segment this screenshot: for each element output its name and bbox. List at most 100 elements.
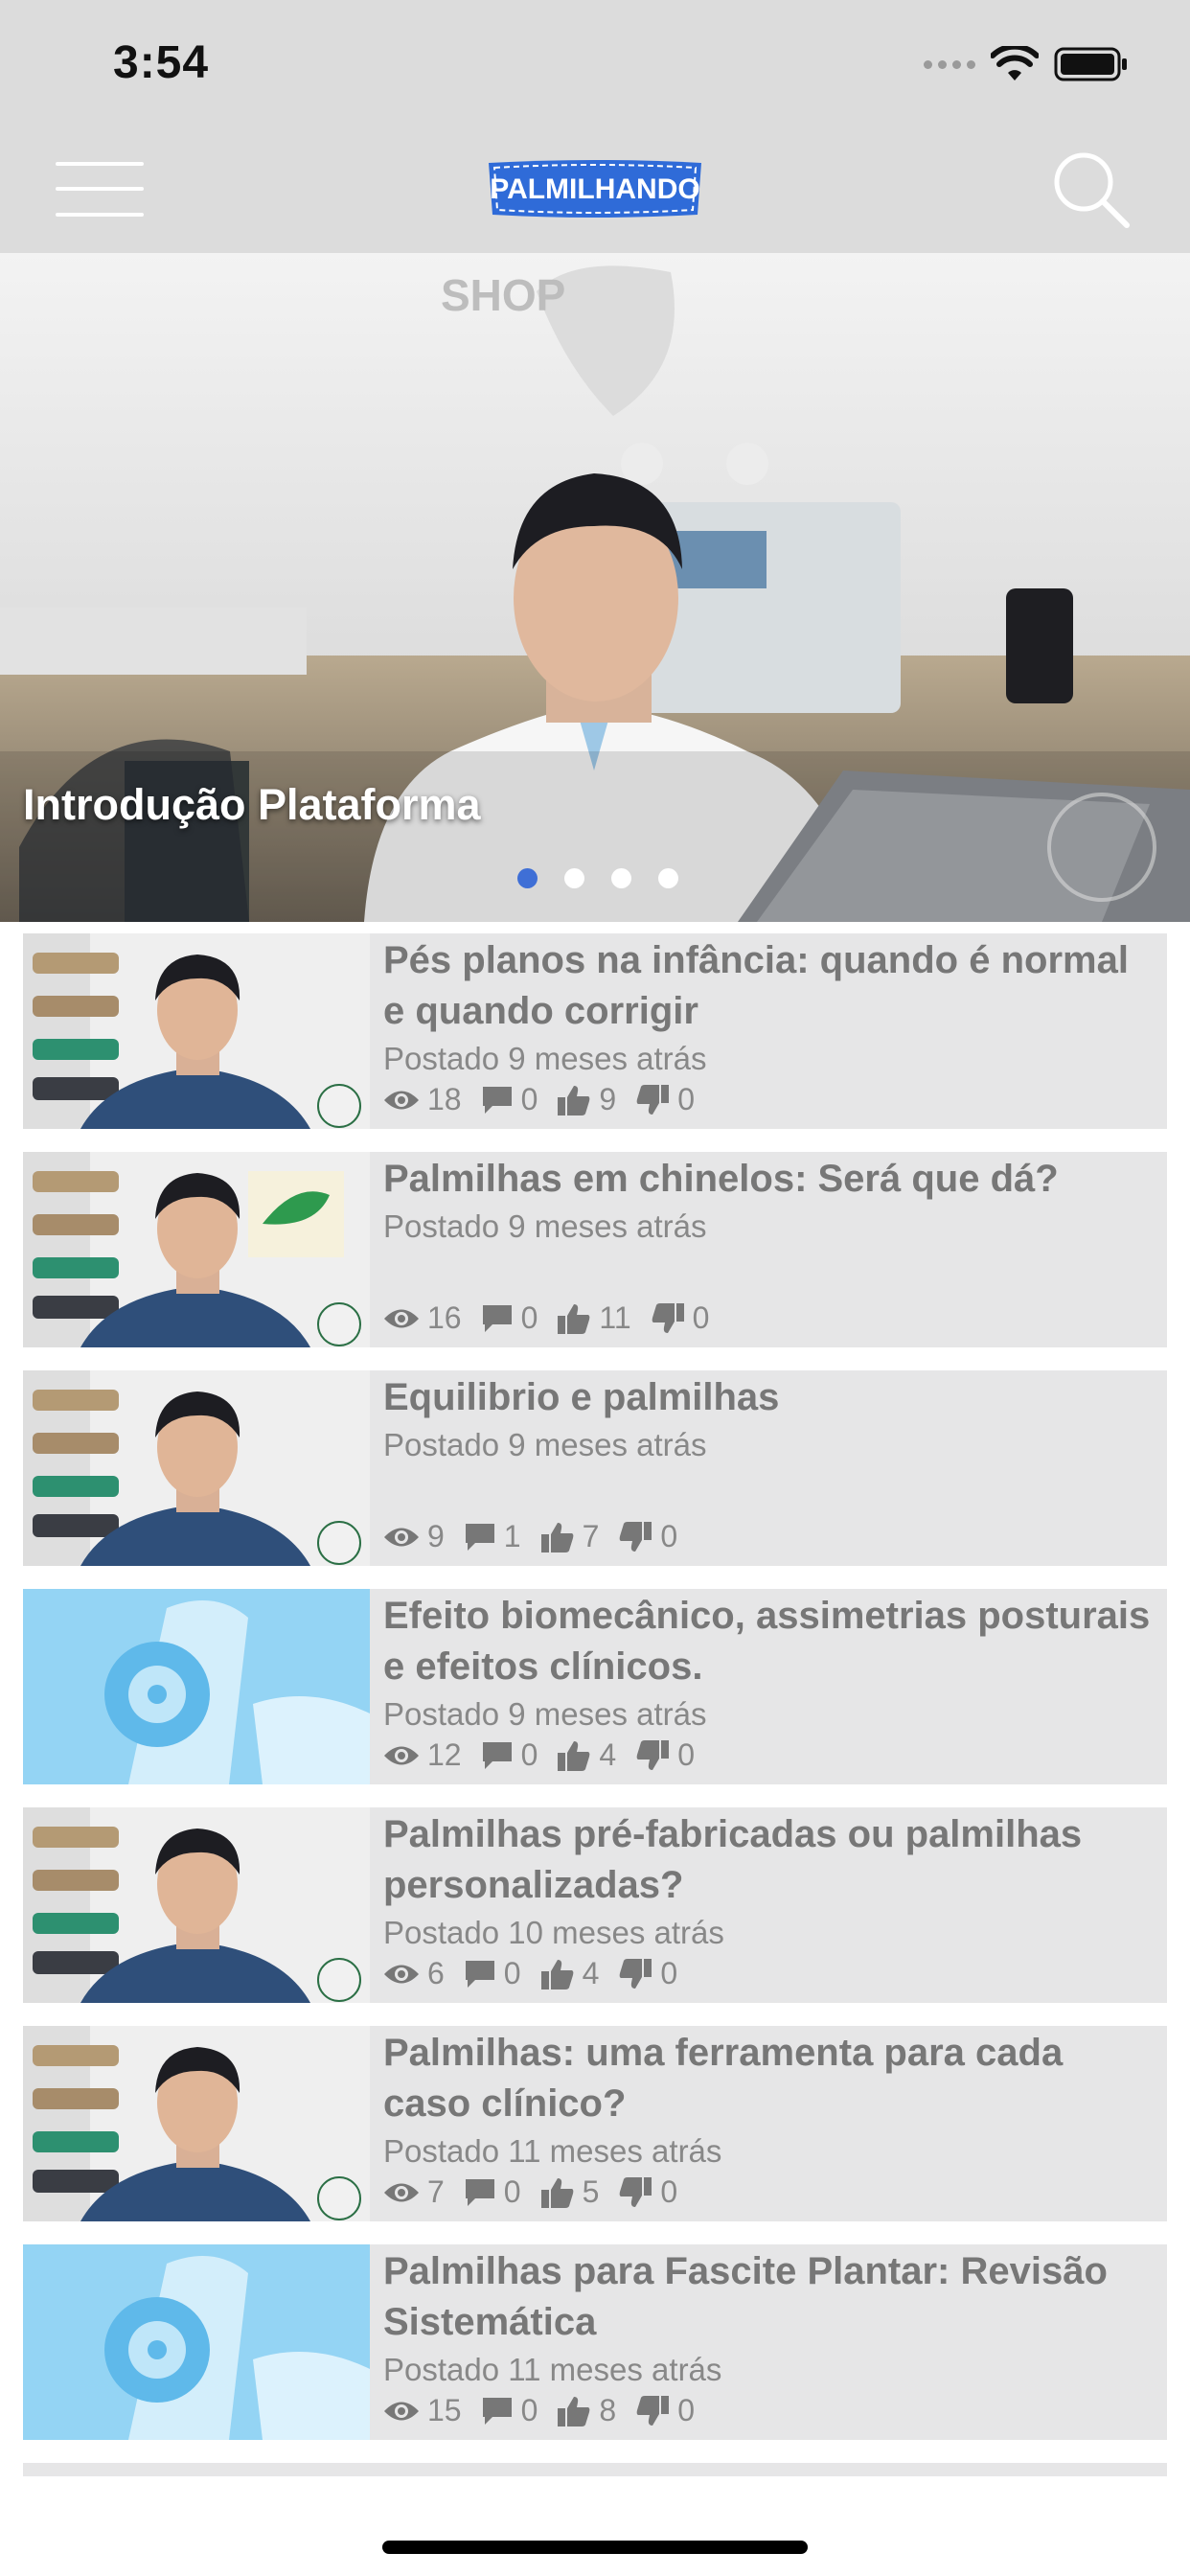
thumbs-down-icon <box>620 2176 652 2207</box>
search-icon <box>1054 152 1130 228</box>
thumbs-up-icon <box>558 1085 590 1116</box>
eye-icon <box>384 1746 419 1764</box>
video-title: Palmilhas: uma ferramenta para cada caso… <box>383 2032 1064 2125</box>
likes-stat: 4 <box>557 1737 616 1773</box>
comments-stat: 0 <box>481 2393 538 2428</box>
comment-icon <box>482 1086 512 1114</box>
video-info: Palmilhas: uma ferramenta para cada caso… <box>383 2026 1157 2221</box>
thumbs-down-icon <box>636 1084 670 1115</box>
likes-count: 4 <box>582 1956 600 1990</box>
dislikes-count: 0 <box>660 1956 678 1990</box>
comments-count: 0 <box>503 1956 521 1990</box>
carousel-dot-4[interactable] <box>658 868 678 888</box>
video-thumbnail <box>23 2026 370 2221</box>
dislikes-count: 0 <box>677 2393 695 2427</box>
comments-count: 0 <box>520 1082 538 1116</box>
video-title: Equilibrio e palmilhas <box>383 1376 780 1418</box>
dislikes-stat: 0 <box>618 1956 677 1991</box>
thumbs-up-icon <box>540 1959 573 1990</box>
dislikes-count: 0 <box>677 1737 695 1772</box>
thumbs-up-icon <box>558 1740 590 1771</box>
likes-count: 4 <box>599 1737 617 1772</box>
video-thumbnail <box>23 1807 370 2003</box>
views-stat: 16 <box>383 1300 462 1336</box>
video-posted-date: Postado 9 meses atrás <box>383 1427 707 1462</box>
video-stats: 15 0 8 0 <box>383 2393 714 2428</box>
likes-count: 11 <box>599 1300 631 1335</box>
thumbs-down-icon <box>636 2395 670 2426</box>
video-item[interactable]: Pés planos na infância: quando é normal … <box>23 933 1167 1129</box>
carousel-dot-2[interactable] <box>564 868 584 888</box>
thumbs-up-icon <box>540 2177 573 2208</box>
video-thumbnail <box>23 1370 370 1566</box>
video-title: Pés planos na infância: quando é normal … <box>383 939 1129 1032</box>
carousel-dot-3[interactable] <box>611 868 631 888</box>
likes-stat: 11 <box>557 1300 631 1336</box>
video-stats: 9 1 7 0 <box>383 1519 697 1554</box>
video-stats: 6 0 4 0 <box>383 1956 697 1991</box>
comments-stat: 0 <box>481 1082 538 1117</box>
video-info: Pés planos na infância: quando é normal … <box>383 933 1157 1129</box>
comments-count: 0 <box>520 2393 538 2427</box>
menu-button[interactable] <box>56 159 144 218</box>
video-info: Efeito biomecânico, assimetrias posturai… <box>383 1589 1157 1784</box>
eye-icon <box>384 1965 419 1983</box>
comments-stat: 0 <box>464 1956 521 1991</box>
battery-icon <box>1054 47 1127 81</box>
video-posted-date: Postado 10 meses atrás <box>383 1915 724 1950</box>
video-posted-date: Postado 9 meses atrás <box>383 1696 707 1732</box>
video-item[interactable]: Equilibrio e palmilhas Postado 9 meses a… <box>23 1370 1167 1566</box>
eye-icon <box>384 2402 419 2420</box>
views-count: 7 <box>427 2174 445 2209</box>
carousel-dot-1[interactable] <box>517 868 538 888</box>
comments-count: 0 <box>503 2174 521 2209</box>
dislikes-stat: 0 <box>635 1737 695 1773</box>
thumbs-down-icon <box>620 1958 652 1989</box>
video-info: Palmilhas para Fascite Plantar: Revisão … <box>383 2244 1157 2440</box>
comment-icon <box>465 1523 494 1551</box>
thumbs-up-icon <box>558 1303 590 1334</box>
search-button[interactable] <box>1050 149 1131 229</box>
dislikes-stat: 0 <box>635 2393 695 2428</box>
dislikes-stat: 0 <box>618 1519 677 1554</box>
views-count: 9 <box>427 1519 445 1553</box>
video-item[interactable]: Palmilhas: uma ferramenta para cada caso… <box>23 2026 1167 2221</box>
views-stat: 9 <box>383 1519 445 1554</box>
thumbs-down-icon <box>636 1739 670 1770</box>
comments-count: 0 <box>520 1737 538 1772</box>
views-count: 12 <box>427 1737 462 1772</box>
video-item[interactable]: Palmilhas em chinelos: Será que dá? Post… <box>23 1152 1167 1347</box>
video-stats: 18 0 9 0 <box>383 1082 714 1117</box>
likes-stat: 9 <box>557 1082 616 1117</box>
dislikes-count: 0 <box>692 1300 710 1335</box>
video-posted-date: Postado 9 meses atrás <box>383 1208 707 1244</box>
partial-list-item <box>23 2463 1167 2476</box>
views-count: 16 <box>427 1300 462 1335</box>
likes-count: 9 <box>599 1082 617 1116</box>
views-stat: 7 <box>383 2174 445 2210</box>
video-item[interactable]: Palmilhas pré-fabricadas ou palmilhas pe… <box>23 1807 1167 2003</box>
comment-icon <box>482 1304 512 1332</box>
dislikes-count: 0 <box>677 1082 695 1116</box>
video-item[interactable]: Palmilhas para Fascite Plantar: Revisão … <box>23 2244 1167 2440</box>
video-info: Palmilhas em chinelos: Será que dá? Post… <box>383 1152 1157 1347</box>
video-item[interactable]: Efeito biomecânico, assimetrias posturai… <box>23 1589 1167 1784</box>
hero-carousel[interactable]: SHOP Introdução Plataforma <box>0 253 1190 922</box>
likes-stat: 5 <box>540 2174 599 2210</box>
thumbs-up-icon <box>540 1522 573 1552</box>
comment-icon <box>482 1741 512 1769</box>
likes-stat: 8 <box>557 2393 616 2428</box>
palmilhando-logo: PALMILHANDO <box>485 157 705 220</box>
status-icons <box>924 42 1129 86</box>
comment-icon <box>482 2397 512 2425</box>
dislikes-count: 0 <box>660 2174 678 2209</box>
thumbs-down-icon <box>620 1521 652 1552</box>
likes-stat: 7 <box>540 1519 599 1554</box>
comments-stat: 1 <box>464 1519 521 1554</box>
thumbs-down-icon <box>652 1302 684 1333</box>
wifi-icon <box>991 46 1039 80</box>
likes-stat: 4 <box>540 1956 600 1991</box>
eye-icon <box>384 1528 419 1546</box>
video-thumbnail <box>23 1589 370 1784</box>
eye-icon <box>384 1309 419 1327</box>
